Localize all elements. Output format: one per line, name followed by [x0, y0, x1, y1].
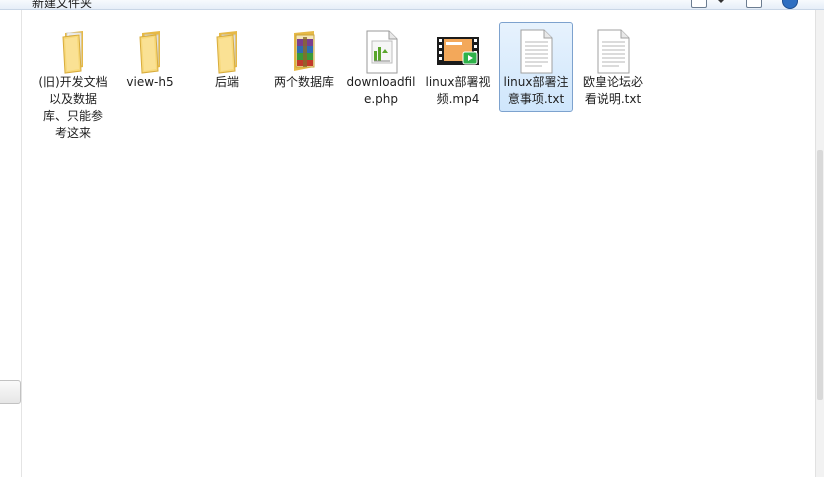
preview-pane-icon[interactable] — [746, 0, 762, 8]
file-name: 两个数据库 — [273, 75, 334, 89]
help-icon[interactable] — [782, 0, 798, 9]
file-item-selected[interactable]: linux部署注意事项.txt — [499, 22, 573, 112]
text-file-icon — [597, 29, 630, 74]
text-file-icon — [520, 29, 553, 74]
change-view-icon[interactable] — [691, 0, 707, 8]
file-name: 欧皇论坛必看说明.txt — [582, 75, 643, 106]
view-options-chevron-down-icon[interactable] — [717, 0, 725, 3]
file-item[interactable]: (旧)开发文档以及数据库、只能参考这来 — [36, 22, 110, 144]
nav-pane-scroll-button[interactable] — [0, 380, 21, 404]
folder-icon — [62, 31, 83, 74]
file-item[interactable]: linux部署视频.mp4 — [421, 22, 495, 112]
scrollbar-thumb[interactable] — [817, 150, 823, 400]
file-name: linux部署注意事项.txt — [503, 75, 569, 106]
explorer-toolbar: 新建文件夹 — [0, 0, 824, 10]
file-name: 后端 — [214, 75, 239, 89]
vertical-scrollbar[interactable] — [815, 10, 824, 477]
file-item[interactable]: 后端 — [190, 22, 264, 112]
file-name: linux部署视频.mp4 — [425, 75, 491, 106]
winrar-archive-icon — [294, 31, 315, 71]
php-file-icon — [366, 30, 398, 74]
file-item[interactable]: 两个数据库 — [267, 22, 341, 112]
file-item[interactable]: view-h5 — [113, 22, 187, 112]
file-name: view-h5 — [126, 75, 174, 89]
file-name: (旧)开发文档以及数据库、只能参考这来 — [38, 75, 108, 140]
folder-icon — [139, 31, 160, 74]
file-item[interactable]: downloadfile.php — [344, 22, 418, 112]
breadcrumb[interactable]: 新建文件夹 — [32, 0, 92, 9]
video-file-icon — [437, 37, 479, 65]
file-name: downloadfile.php — [346, 75, 416, 106]
file-item[interactable]: 欧皇论坛必看说明.txt — [576, 22, 650, 112]
navigation-pane — [0, 10, 22, 477]
folder-icon — [216, 31, 237, 74]
